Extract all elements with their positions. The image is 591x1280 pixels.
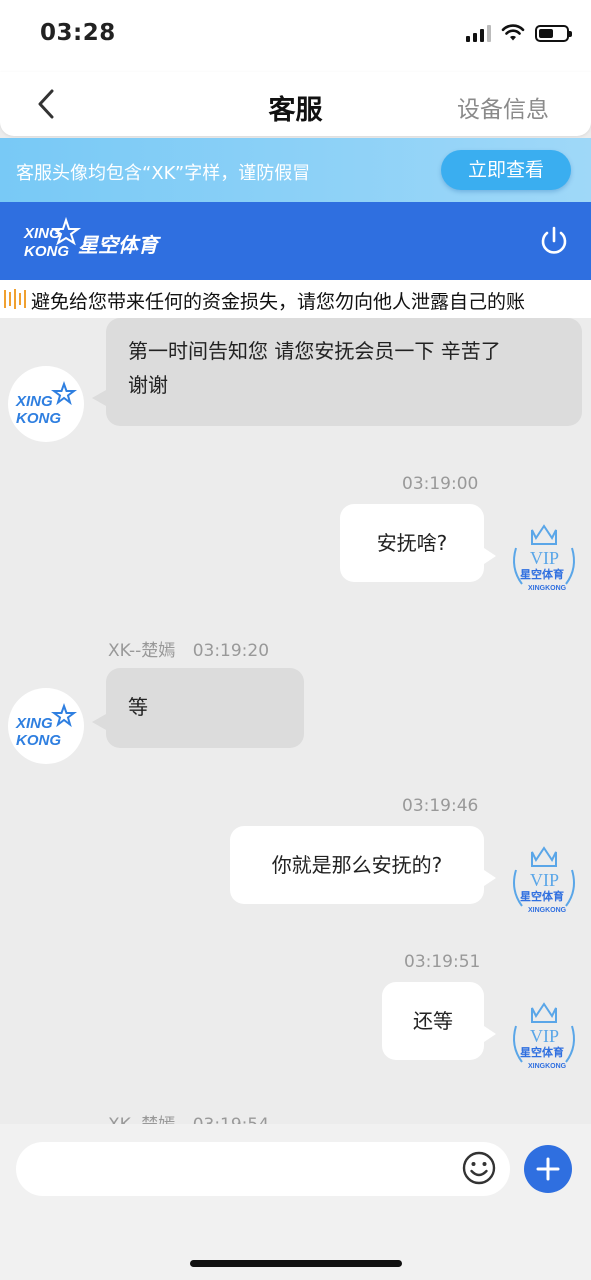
- vip-avatar[interactable]: VIP 星空体育 XINGKONG: [506, 520, 582, 600]
- message-text: 你就是那么安抚的?: [271, 853, 443, 877]
- message-input-bar: [0, 1124, 591, 1228]
- svg-text:KONG: KONG: [16, 732, 61, 749]
- xingkong-avatar-icon: XING KONG: [15, 381, 77, 427]
- sender-label: XK--楚嫣: [108, 1115, 175, 1124]
- message-bubble-incoming[interactable]: 等: [92, 668, 304, 748]
- xingkong-avatar-icon: XING KONG: [15, 703, 77, 749]
- svg-text:VIP: VIP: [530, 548, 559, 568]
- sender-name: XK--楚嫣 03:19:54: [108, 1110, 269, 1124]
- message-timestamp: 03:19:51: [404, 952, 481, 972]
- message-text: 安抚啥?: [376, 531, 448, 555]
- message-timestamp: 03:19:20: [192, 641, 270, 661]
- plus-icon: [536, 1157, 560, 1181]
- message-timestamp: 03:19:46: [402, 796, 479, 816]
- marquee-text: 避免给您带来任何的资金损失，请您勿向他人泄露自己的账: [31, 291, 526, 313]
- message-text: 第一时间告知您 请您安抚会员一下 辛苦了: [128, 339, 501, 363]
- message-timestamp: 03:19:00: [402, 474, 479, 494]
- svg-text:XINGKONG: XINGKONG: [528, 907, 567, 914]
- message-bubble-outgoing[interactable]: 你就是那么安抚的?: [230, 826, 496, 904]
- device-info-button[interactable]: 设备信息: [457, 90, 549, 124]
- vip-avatar[interactable]: VIP 星空体育 XINGKONG: [506, 998, 582, 1078]
- svg-text:XINGKONG: XINGKONG: [528, 585, 567, 592]
- status-icons: [466, 24, 572, 42]
- svg-text:XING: XING: [23, 225, 61, 242]
- add-button[interactable]: [524, 1145, 572, 1193]
- svg-text:XING: XING: [15, 715, 53, 732]
- message-input[interactable]: [16, 1142, 510, 1196]
- nav-bar: 客服 设备信息: [0, 72, 591, 136]
- vip-avatar[interactable]: VIP 星空体育 XINGKONG: [506, 842, 582, 922]
- message-text: 谢谢: [128, 373, 168, 397]
- cellular-signal-icon: [466, 24, 491, 42]
- svg-text:星空体育: 星空体育: [78, 233, 161, 257]
- message-bubble-incoming[interactable]: 第一时间告知您 请您安抚会员一下 辛苦了 谢谢: [92, 318, 582, 426]
- message-timestamp: 03:19:54: [193, 1115, 269, 1124]
- svg-text:VIP: VIP: [530, 1026, 559, 1046]
- agent-avatar[interactable]: XING KONG: [8, 366, 84, 442]
- status-time: 03:28: [40, 20, 116, 46]
- notice-text: 客服头像均包含“XK”字样，谨防假冒: [16, 163, 311, 184]
- view-now-button[interactable]: 立即查看: [441, 150, 571, 190]
- home-area: [0, 1228, 591, 1280]
- battery-icon: [535, 24, 572, 42]
- xingkong-logo: XING KONG 星空体育: [23, 216, 161, 260]
- announcement-marquee: 避免给您带来任何的资金损失，请您勿向他人泄露自己的账: [0, 280, 591, 318]
- message-text: 等: [128, 695, 148, 719]
- svg-text:KONG: KONG: [16, 410, 61, 427]
- status-bar: 03:28: [0, 0, 591, 72]
- sender-label: XK--楚嫣: [108, 641, 176, 661]
- message-bubble-outgoing[interactable]: 还等: [382, 982, 496, 1060]
- svg-text:星空体育: 星空体育: [520, 889, 564, 903]
- power-icon[interactable]: [537, 224, 571, 258]
- wifi-icon: [501, 24, 525, 41]
- svg-text:XING: XING: [15, 393, 53, 410]
- svg-text:星空体育: 星空体育: [520, 1045, 564, 1059]
- back-button[interactable]: [26, 86, 66, 122]
- message-text: 还等: [413, 1009, 453, 1033]
- svg-text:VIP: VIP: [530, 870, 559, 890]
- svg-text:KONG: KONG: [24, 243, 69, 260]
- chevron-left-icon: [38, 89, 54, 119]
- svg-text:XINGKONG: XINGKONG: [528, 1063, 567, 1070]
- sender-name: XK--楚嫣 03:19:20: [108, 636, 269, 661]
- speaker-icon: [4, 289, 26, 309]
- brand-bar: XING KONG 星空体育: [0, 202, 591, 280]
- svg-text:星空体育: 星空体育: [520, 567, 564, 581]
- home-indicator[interactable]: [190, 1260, 402, 1267]
- chat-messages[interactable]: XING KONG 第一时间告知您 请您安抚会员一下 辛苦了 谢谢 03:19:…: [0, 318, 591, 1124]
- emoji-icon[interactable]: [460, 1149, 498, 1187]
- agent-avatar[interactable]: XING KONG: [8, 688, 84, 764]
- anti-fraud-notice: 客服头像均包含“XK”字样，谨防假冒 立即查看: [0, 138, 591, 202]
- message-bubble-outgoing[interactable]: 安抚啥?: [340, 504, 496, 582]
